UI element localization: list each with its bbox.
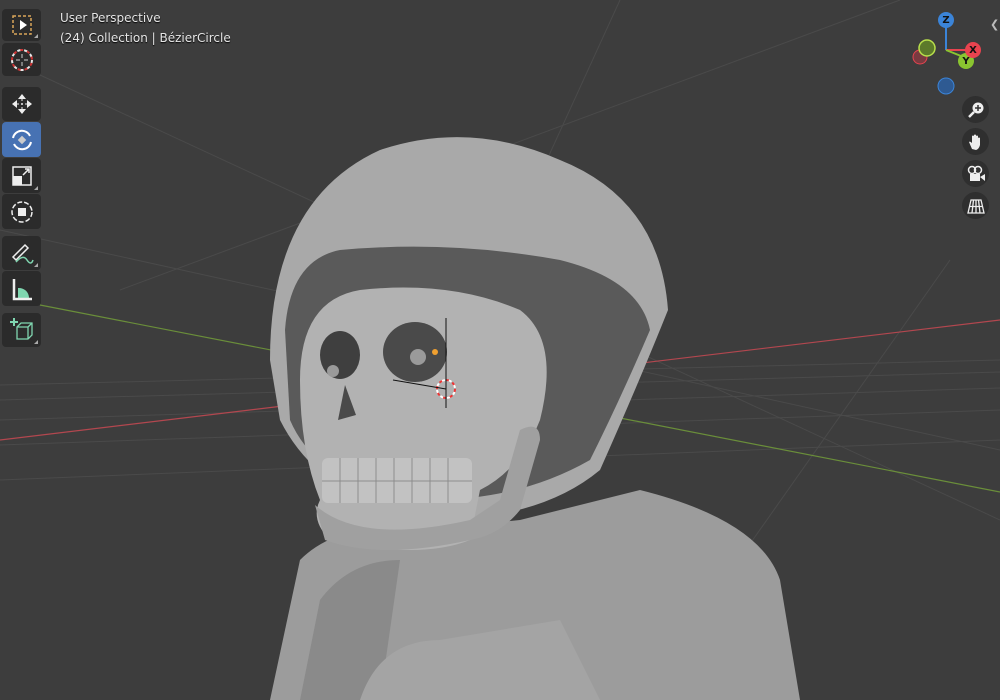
transform-icon — [10, 200, 33, 223]
tool-annotate[interactable] — [2, 236, 41, 270]
view-name: User Perspective — [60, 11, 161, 25]
tool-scale[interactable] — [2, 158, 41, 193]
select-box-icon — [11, 15, 32, 35]
move-icon — [11, 94, 32, 114]
pan-button[interactable] — [962, 128, 989, 155]
zoom-button[interactable] — [962, 96, 989, 123]
tool-select-box[interactable] — [2, 9, 41, 41]
tool-move[interactable] — [2, 87, 41, 121]
tool-add-cube[interactable] — [2, 313, 41, 347]
hand-icon — [968, 134, 980, 150]
context-info: (24) Collection | BézierCircle — [60, 31, 231, 45]
camera-icon — [967, 165, 985, 181]
sidebar-toggle-icon[interactable]: ❮ — [990, 18, 999, 31]
tool-rotate[interactable] — [2, 122, 41, 157]
gizmo-z[interactable]: Z — [938, 12, 954, 28]
perspective-toggle-button[interactable] — [962, 192, 989, 219]
rotate-icon — [11, 129, 32, 150]
grid-icon — [966, 198, 985, 214]
tool-measure[interactable] — [2, 271, 41, 306]
annotate-icon — [11, 243, 34, 264]
skull-hood-model[interactable] — [270, 137, 800, 700]
neg-y-handle — [918, 39, 936, 57]
tool-cursor[interactable] — [2, 43, 41, 76]
neg-z-handle — [937, 77, 955, 95]
add-cube-icon — [9, 318, 33, 340]
cursor-icon — [10, 48, 33, 71]
tool-transform[interactable] — [2, 194, 41, 229]
camera-view-button[interactable] — [962, 160, 989, 187]
measure-icon — [12, 278, 32, 300]
object-origin — [432, 349, 438, 355]
zoom-icon — [967, 102, 983, 118]
gizmo-x[interactable]: X — [965, 42, 981, 58]
3d-viewport[interactable] — [0, 0, 1000, 700]
scale-icon — [11, 165, 32, 186]
